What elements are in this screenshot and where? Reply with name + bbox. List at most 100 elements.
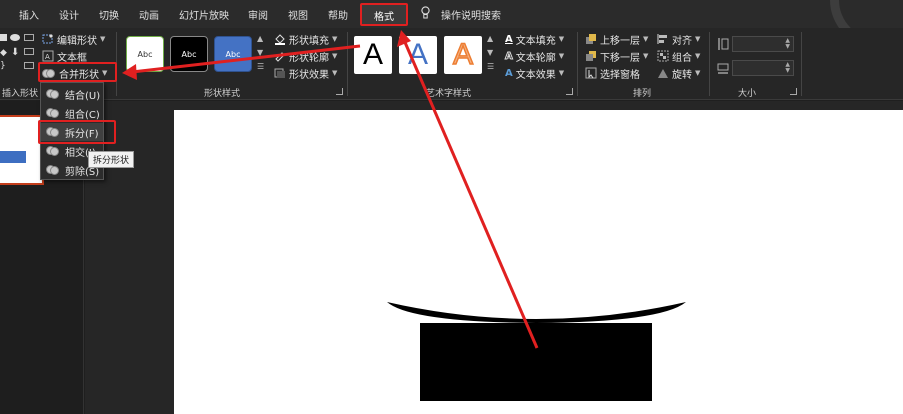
shape-style-swatch-3[interactable]: Abc (214, 36, 252, 72)
wordart-style-1[interactable]: A (354, 36, 392, 74)
wordart-style-2[interactable]: A (399, 36, 437, 74)
hat-crown-rectangle[interactable] (420, 323, 652, 401)
bring-forward-button[interactable]: 上移一层 ▼ (585, 31, 648, 47)
edit-shape-icon (42, 34, 53, 44)
dialog-launcher-icon[interactable] (790, 88, 797, 95)
chevron-down-icon: ▼ (558, 52, 565, 60)
oval-shape-icon[interactable] (10, 34, 20, 41)
group-objects-button[interactable]: 组合 ▼ (657, 48, 700, 64)
ribbon-tab-bar: 插入 设计 切换 动画 幻灯片放映 审阅 视图 帮助 格式 操作说明搜索 (0, 0, 903, 48)
wordart-style-3[interactable]: A (444, 36, 482, 74)
menu-item-label: 结合(U) (65, 90, 101, 102)
shape-height-icon (718, 38, 729, 50)
chevron-down-icon: ▼ (643, 52, 649, 60)
combine-icon (46, 108, 60, 118)
dialog-launcher-icon[interactable] (566, 88, 573, 95)
union-icon (46, 89, 60, 99)
gallery-expand-icon[interactable] (24, 62, 34, 69)
style-gallery-scroll[interactable]: ▲ ▼ ☰ (257, 34, 268, 76)
chevron-up-icon[interactable]: ▲ (487, 34, 493, 43)
tab-review[interactable]: 审阅 (248, 7, 268, 22)
shape-fill-button[interactable]: 形状填充 ▼ (274, 31, 337, 47)
tab-format-label: 格式 (374, 12, 394, 23)
edit-shape-label: 编辑形状 (57, 35, 97, 47)
shape-style-swatch-2[interactable]: Abc (170, 36, 208, 72)
chevron-down-icon: ▼ (558, 69, 565, 77)
rectangle-shape-icon[interactable] (0, 34, 7, 41)
text-effects-button[interactable]: A 文本效果 ▼ (505, 65, 564, 81)
tab-transitions[interactable]: 切换 (99, 7, 119, 22)
down-arrow-shape-icon[interactable]: ⬇ (11, 47, 19, 58)
gallery-more-icon[interactable] (24, 34, 34, 41)
tab-design[interactable]: 设计 (59, 7, 79, 22)
spinner-icon[interactable]: ▲ ▼ (785, 62, 790, 74)
chevron-down-icon: ▼ (332, 35, 338, 43)
tab-view[interactable]: 视图 (288, 7, 308, 22)
group-objects-label: 组合 (672, 52, 692, 64)
align-label: 对齐 (672, 35, 692, 47)
hat-brim-shape[interactable] (387, 302, 686, 323)
chevron-down-icon[interactable]: ▼ (257, 48, 263, 57)
menu-item-union[interactable]: 结合(U) (41, 85, 103, 103)
chevron-down-icon: ▼ (332, 69, 338, 77)
ribbon: ◆ ⬇ } 编辑形状 ▼ A 文本框 合并形状 ▼ 插入形状 Abc Abc A… (0, 28, 903, 100)
chevron-down-icon[interactable]: ▼ (487, 48, 493, 57)
shape-height-input[interactable]: ▲ ▼ (732, 36, 794, 52)
tab-help[interactable]: 帮助 (328, 7, 348, 22)
slide-canvas[interactable] (174, 110, 903, 414)
shape-effects-icon (274, 68, 285, 78)
fragment-highlight (38, 120, 116, 144)
tab-insert[interactable]: 插入 (19, 7, 39, 22)
gallery-expand-icon[interactable]: ☰ (257, 62, 264, 71)
bring-forward-label: 上移一层 (600, 35, 640, 47)
diamond-shape-icon[interactable]: ◆ (0, 48, 7, 58)
rotate-button[interactable]: 旋转 ▼ (657, 65, 700, 81)
group-icon (657, 50, 669, 62)
text-outline-icon: A (505, 50, 514, 62)
chevron-down-icon: ▼ (558, 35, 565, 43)
shape-width-input[interactable]: ▲ ▼ (732, 60, 794, 76)
wordart-styles-group-label: 艺术字样式 (426, 89, 472, 99)
spinner-icon[interactable]: ▲ ▼ (785, 38, 790, 50)
shape-outline-button[interactable]: 形状轮廓 ▼ (274, 48, 337, 64)
align-button[interactable]: 对齐 ▼ (657, 31, 700, 47)
text-outline-button[interactable]: A 文本轮廓 ▼ (505, 48, 565, 64)
group-divider (709, 32, 710, 96)
shape-width-icon (717, 63, 729, 74)
tell-me-search[interactable]: 操作说明搜索 (441, 7, 501, 22)
wordart-letter: A (452, 37, 474, 72)
dialog-launcher-icon[interactable] (336, 88, 343, 95)
shape-effects-button[interactable]: 形状效果 ▼ (274, 65, 337, 81)
wordart-letter: A (407, 38, 428, 71)
brace-shape-icon[interactable]: } (0, 61, 6, 71)
chevron-up-icon[interactable]: ▲ (257, 34, 263, 43)
shape-fill-label: 形状填充 (289, 35, 329, 47)
chevron-down-icon: ▼ (695, 52, 701, 60)
lightbulb-icon (421, 6, 430, 19)
tab-format[interactable]: 格式 (360, 3, 408, 26)
group-divider (801, 32, 802, 96)
gallery-expand-icon[interactable]: ☰ (487, 62, 494, 71)
selection-pane-button[interactable]: 选择窗格 (585, 65, 640, 81)
tab-slideshow[interactable]: 幻灯片放映 (179, 7, 229, 22)
menu-item-label: 组合(C) (65, 109, 100, 121)
edit-shape-button[interactable]: 编辑形状 ▼ (42, 31, 105, 47)
group-divider (577, 32, 578, 96)
swatch-text: Abc (137, 49, 153, 59)
shape-gallery[interactable]: ◆ ⬇ } (0, 34, 36, 82)
swatch-text: Abc (225, 49, 241, 59)
gallery-scroll-icon[interactable] (24, 48, 34, 55)
intersect-icon (46, 146, 60, 156)
swatch-text: Abc (181, 49, 197, 59)
send-backward-icon (586, 51, 596, 61)
bring-forward-icon (586, 34, 596, 44)
send-backward-button[interactable]: 下移一层 ▼ (585, 48, 648, 64)
text-outline-label: 文本轮廓 (515, 52, 556, 64)
slide-shapes (387, 302, 686, 401)
tab-animations[interactable]: 动画 (139, 7, 159, 22)
wordart-gallery-scroll[interactable]: ▲ ▼ ☰ (487, 34, 498, 76)
chevron-down-icon: ▼ (332, 52, 338, 60)
pen-icon (275, 52, 285, 62)
shape-style-swatch-1[interactable]: Abc (126, 36, 164, 72)
text-fill-button[interactable]: A 文本填充 ▼ (505, 31, 564, 47)
